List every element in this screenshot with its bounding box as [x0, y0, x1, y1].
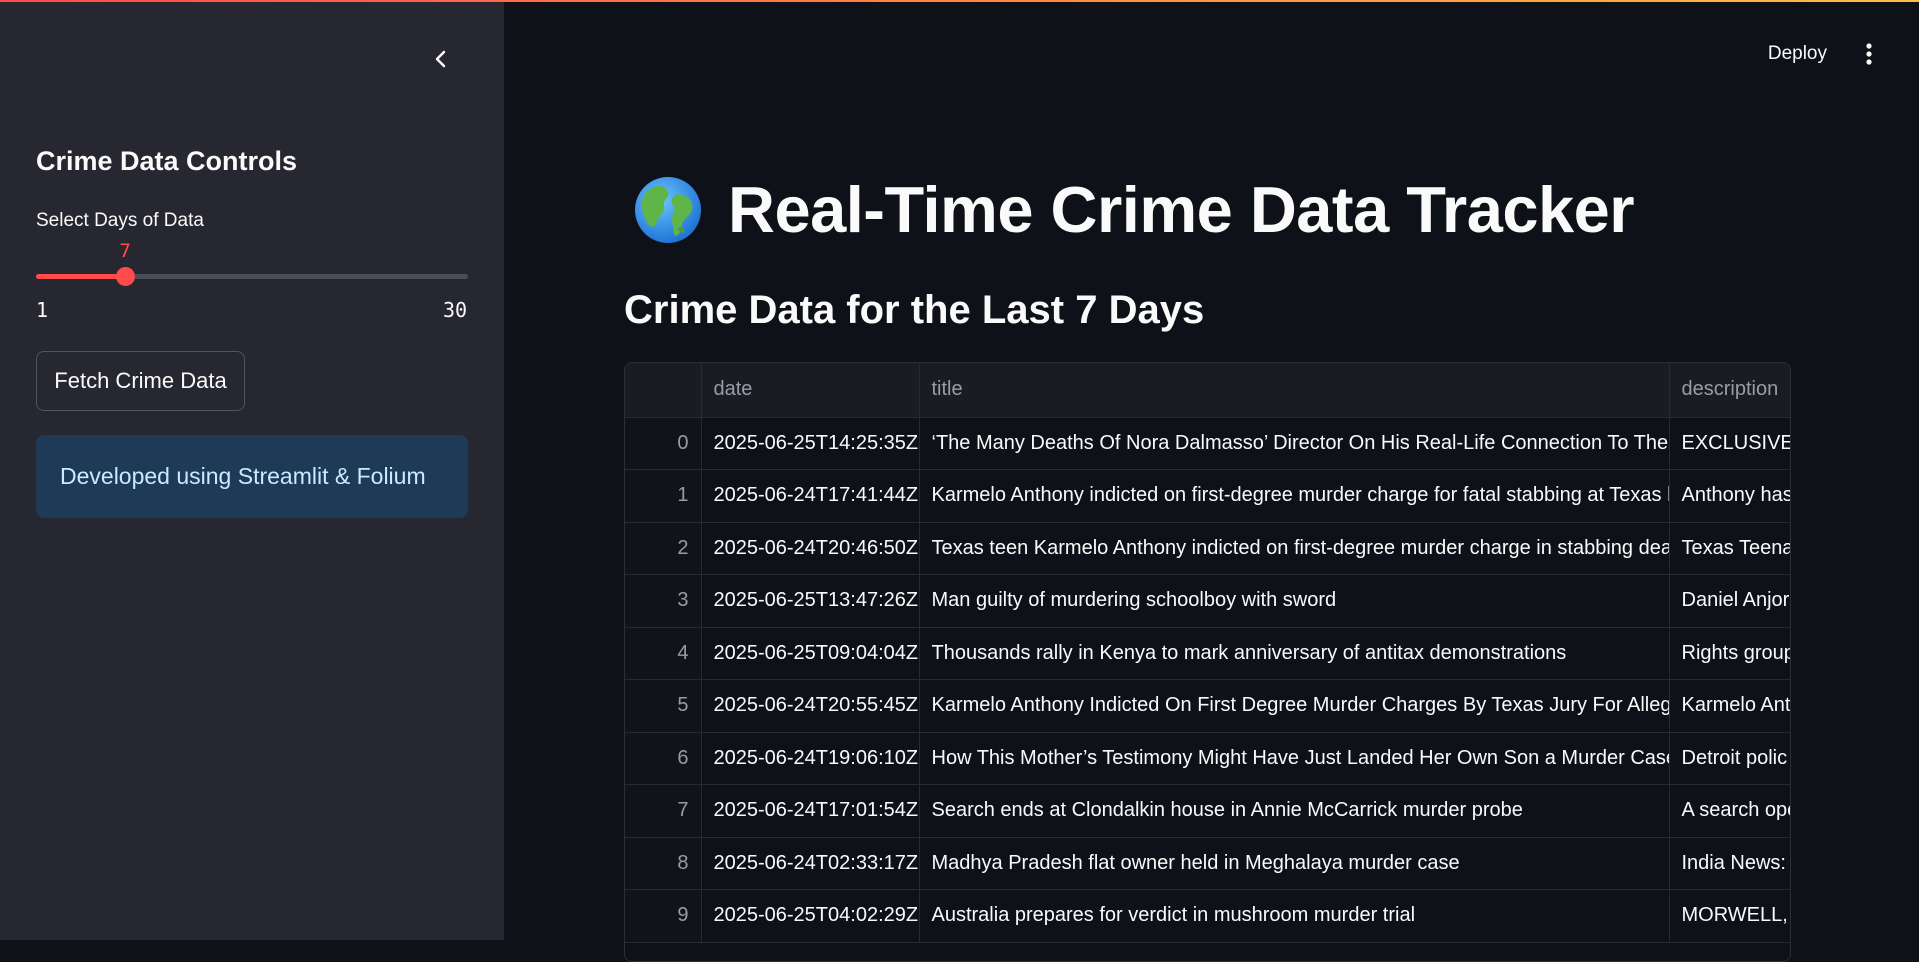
days-slider[interactable]: [36, 267, 468, 286]
row-index: 8: [625, 837, 702, 890]
kebab-menu-icon: [1866, 43, 1872, 65]
cell-date[interactable]: 2025-06-25T09:04:04Z: [701, 627, 920, 680]
table-row[interactable]: 6 2025-06-24T19:06:10Z How This Mother’s…: [625, 732, 1790, 785]
cell-date[interactable]: 2025-06-25T13:47:26Z: [701, 574, 920, 628]
cell-title[interactable]: Thousands rally in Kenya to mark anniver…: [919, 627, 1670, 680]
cell-title[interactable]: Man guilty of murdering schoolboy with s…: [919, 574, 1670, 628]
top-decoration-bar: [0, 0, 1919, 2]
days-slider-value: 7: [119, 240, 131, 262]
table-header-row: date title description: [625, 363, 1790, 418]
row-index: 7: [625, 784, 702, 838]
column-header-description[interactable]: description: [1669, 363, 1790, 418]
header-actions: Deploy: [1768, 36, 1919, 72]
table-row[interactable]: 1 2025-06-24T17:41:44Z Karmelo Anthony i…: [625, 469, 1790, 523]
fetch-crime-data-button[interactable]: Fetch Crime Data: [36, 351, 245, 411]
column-header-title[interactable]: title: [919, 363, 1670, 418]
table-row[interactable]: 2 2025-06-24T20:46:50Z Texas teen Karmel…: [625, 522, 1790, 575]
cell-date[interactable]: 2025-06-24T17:41:44Z: [701, 469, 920, 523]
column-header-index[interactable]: [625, 363, 702, 418]
cell-description[interactable]: Anthony has: [1669, 469, 1790, 523]
row-index: 1: [625, 469, 702, 523]
deploy-button[interactable]: Deploy: [1768, 43, 1827, 65]
days-slider-thumb[interactable]: [116, 267, 136, 286]
main-menu-button[interactable]: [1857, 39, 1881, 69]
row-index: 2: [625, 522, 702, 575]
chevron-left-icon: [435, 50, 446, 68]
crime-data-table[interactable]: date title description 0 2025-06-25T14:2…: [624, 362, 1791, 962]
cell-date[interactable]: 2025-06-24T17:01:54Z: [701, 784, 920, 838]
row-index: 5: [625, 679, 702, 733]
cell-title[interactable]: ‘The Many Deaths Of Nora Dalmasso’ Direc…: [919, 417, 1670, 470]
table-row[interactable]: 8 2025-06-24T02:33:17Z Madhya Pradesh fl…: [625, 837, 1790, 890]
section-subtitle: Crime Data for the Last 7 Days: [624, 288, 1205, 332]
row-index: 4: [625, 627, 702, 680]
row-index: 9: [625, 889, 702, 943]
cell-date[interactable]: 2025-06-25T14:25:35Z: [701, 417, 920, 470]
cell-description[interactable]: Karmelo Ant: [1669, 679, 1790, 733]
cell-title[interactable]: Madhya Pradesh flat owner held in Meghal…: [919, 837, 1670, 890]
table-row[interactable]: 3 2025-06-25T13:47:26Z Man guilty of mur…: [625, 574, 1790, 628]
cell-description[interactable]: A search ope: [1669, 784, 1790, 838]
days-slider-fill: [36, 274, 126, 279]
cell-title[interactable]: Karmelo Anthony Indicted On First Degree…: [919, 679, 1670, 733]
table-row[interactable]: 7 2025-06-24T17:01:54Z Search ends at Cl…: [625, 784, 1790, 838]
days-slider-label: Select Days of Data: [36, 210, 204, 231]
row-index: 0: [625, 417, 702, 470]
cell-title[interactable]: Texas teen Karmelo Anthony indicted on f…: [919, 522, 1670, 575]
sidebar: Crime Data Controls Select Days of Data …: [0, 0, 504, 940]
days-slider-max: 30: [443, 298, 468, 322]
row-index: 6: [625, 732, 702, 785]
column-header-date[interactable]: date: [701, 363, 920, 418]
cell-title[interactable]: Karmelo Anthony indicted on first-degree…: [919, 469, 1670, 523]
cell-title[interactable]: Search ends at Clondalkin house in Annie…: [919, 784, 1670, 838]
cell-title[interactable]: Australia prepares for verdict in mushro…: [919, 889, 1670, 943]
cell-description[interactable]: MORWELL, A: [1669, 889, 1790, 943]
cell-description[interactable]: Daniel Anjori: [1669, 574, 1790, 628]
row-index: 3: [625, 574, 702, 628]
cell-description[interactable]: EXCLUSIVE: T: [1669, 417, 1790, 470]
cell-title[interactable]: How This Mother’s Testimony Might Have J…: [919, 732, 1670, 785]
table-row[interactable]: 9 2025-06-25T04:02:29Z Australia prepare…: [625, 889, 1790, 943]
cell-date[interactable]: 2025-06-24T20:46:50Z: [701, 522, 920, 575]
cell-date[interactable]: 2025-06-24T02:33:17Z: [701, 837, 920, 890]
table-row[interactable]: 4 2025-06-25T09:04:04Z Thousands rally i…: [625, 627, 1790, 680]
cell-date[interactable]: 2025-06-25T04:02:29Z: [701, 889, 920, 943]
sidebar-title: Crime Data Controls: [36, 146, 298, 176]
info-box: Developed using Streamlit & Folium: [36, 435, 468, 518]
page-title: Real-Time Crime Data Tracker: [634, 172, 1635, 247]
cell-description[interactable]: Detroit polic: [1669, 732, 1790, 785]
cell-description[interactable]: Rights group: [1669, 627, 1790, 680]
cell-description[interactable]: Texas Teenag: [1669, 522, 1790, 575]
table-row[interactable]: 0 2025-06-25T14:25:35Z ‘The Many Deaths …: [625, 417, 1790, 470]
cell-date[interactable]: 2025-06-24T20:55:45Z: [701, 679, 920, 733]
globe-icon: [635, 176, 701, 243]
info-text: Developed using Streamlit & Folium: [60, 463, 426, 489]
table-row[interactable]: 5 2025-06-24T20:55:45Z Karmelo Anthony I…: [625, 679, 1790, 733]
days-slider-min: 1: [36, 298, 49, 322]
cell-description[interactable]: India News: S: [1669, 837, 1790, 890]
cell-date[interactable]: 2025-06-24T19:06:10Z: [701, 732, 920, 785]
page-title-text: Real-Time Crime Data Tracker: [728, 173, 1635, 246]
collapse-sidebar-button[interactable]: [426, 44, 456, 74]
